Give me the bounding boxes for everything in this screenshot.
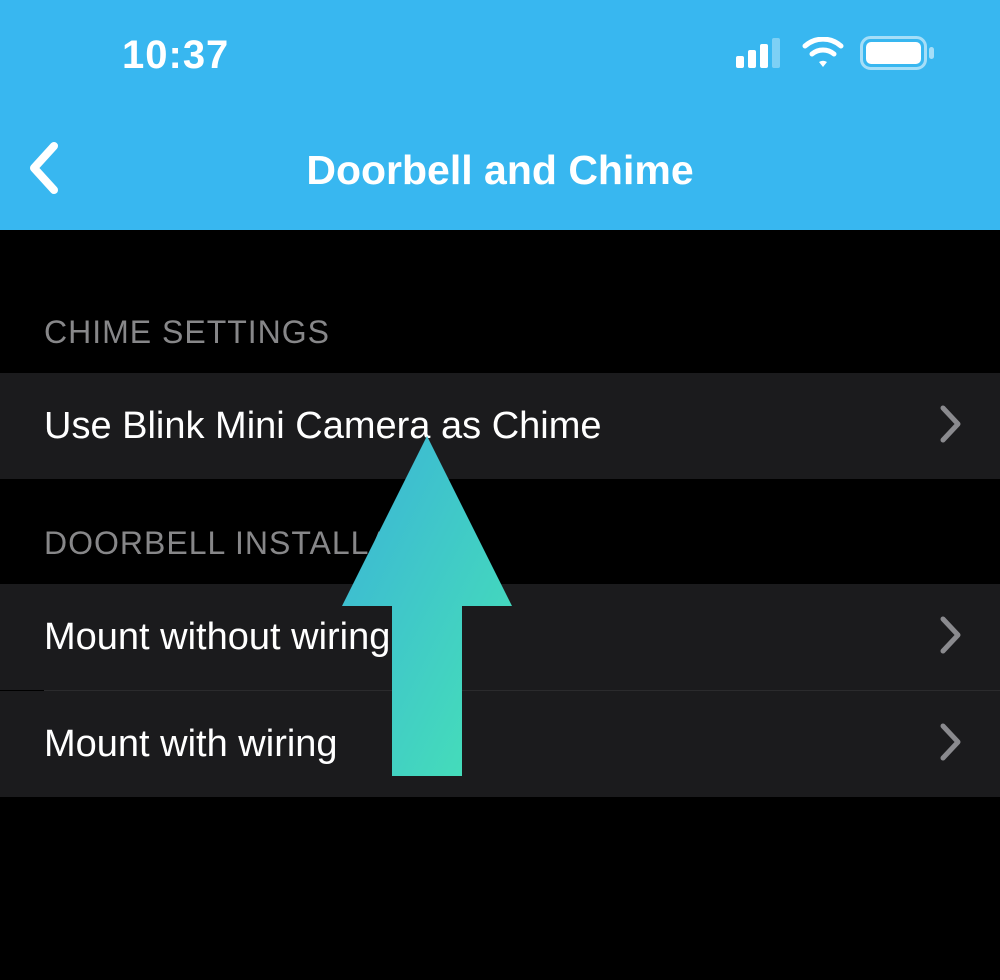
status-indicators	[736, 36, 936, 75]
page-title: Doorbell and Chime	[306, 147, 693, 194]
header: 10:37	[0, 0, 1000, 230]
screen: 10:37	[0, 0, 1000, 980]
row-label: Use Blink Mini Camera as Chime	[44, 405, 602, 448]
cellular-signal-icon	[736, 38, 786, 73]
row-mount-with-wiring[interactable]: Mount with wiring	[0, 691, 1000, 797]
row-label: Mount without wiring	[44, 616, 390, 659]
row-label: Mount with wiring	[44, 723, 338, 766]
battery-icon	[860, 36, 936, 75]
wifi-icon	[800, 37, 846, 74]
row-mount-without-wiring[interactable]: Mount without wiring	[0, 584, 1000, 690]
group-install: Mount without wiring Mount with wiring	[0, 584, 1000, 797]
chevron-right-icon	[940, 723, 962, 766]
chevron-left-icon	[28, 142, 60, 199]
chevron-right-icon	[940, 616, 962, 659]
section-header-install: DOORBELL INSTALLATION	[0, 525, 1000, 562]
row-use-mini-as-chime[interactable]: Use Blink Mini Camera as Chime	[0, 373, 1000, 479]
chevron-right-icon	[940, 405, 962, 448]
status-bar: 10:37	[0, 0, 1000, 110]
back-button[interactable]	[14, 140, 74, 200]
section-header-chime: CHIME SETTINGS	[0, 314, 1000, 351]
status-time: 10:37	[122, 33, 229, 78]
group-chime: Use Blink Mini Camera as Chime	[0, 373, 1000, 479]
nav-bar: Doorbell and Chime	[0, 110, 1000, 230]
